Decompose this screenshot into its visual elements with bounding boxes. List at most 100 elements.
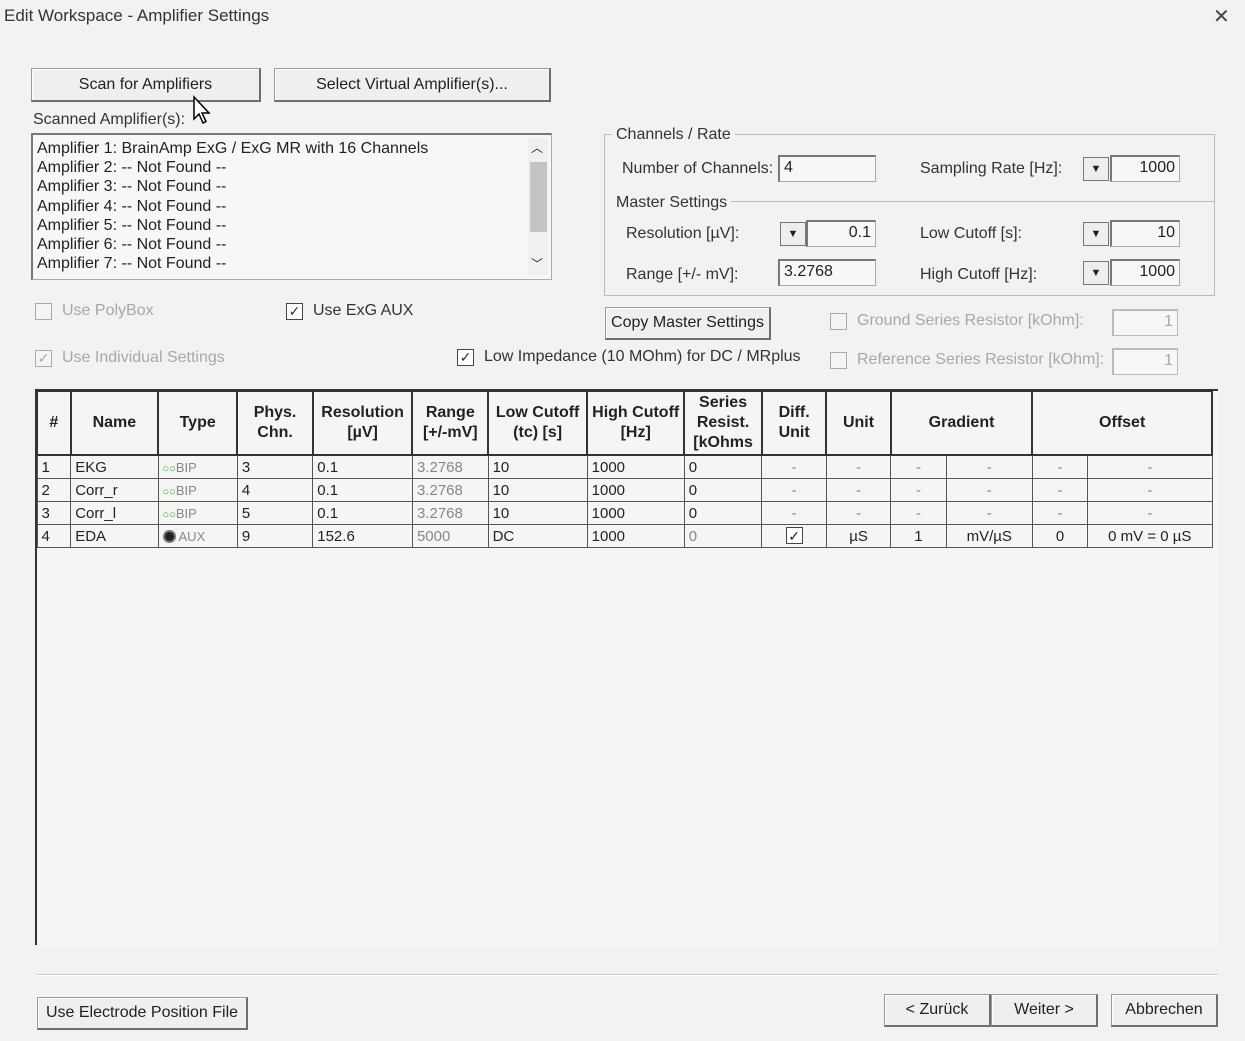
low-cutoff-dropdown-icon[interactable]: ▼: [1083, 222, 1109, 246]
resolution-dropdown-icon[interactable]: ▼: [780, 222, 806, 246]
column-header[interactable]: Diff. Unit: [760, 390, 828, 456]
high-cutoff-cell[interactable]: 1000: [586, 524, 685, 548]
list-item[interactable]: Amplifier 7: -- Not Found --: [37, 254, 551, 273]
channel-name-cell[interactable]: Corr_r: [70, 478, 159, 502]
channel-name-cell[interactable]: Corr_l: [70, 501, 159, 525]
reference-series-resistor-input[interactable]: 1: [1112, 348, 1178, 375]
checkmark-icon[interactable]: ✓: [457, 348, 474, 366]
phys-channel-cell[interactable]: 3: [236, 454, 314, 479]
resolution-cell[interactable]: 0.1: [312, 454, 413, 479]
resolution-cell[interactable]: 0.1: [312, 478, 413, 502]
high-cutoff-cell[interactable]: 1000: [586, 454, 685, 479]
channel-name-cell[interactable]: EKG: [70, 454, 159, 479]
use-exg-aux-label: Use ExG AUX: [313, 302, 414, 319]
table-row[interactable]: 2 Corr_r ○○BIP 4 0.1 3.2768 10 1000 0 - …: [36, 478, 1213, 502]
diff-unit-cell[interactable]: ✓: [761, 524, 827, 548]
cancel-button[interactable]: Abbrechen: [1111, 994, 1218, 1027]
channel-type-cell[interactable]: AUX: [157, 524, 238, 548]
column-header[interactable]: Name: [69, 390, 160, 456]
scroll-up-icon[interactable]: ︿: [531, 139, 543, 156]
scrollbar-thumb[interactable]: [530, 162, 547, 232]
use-individual-settings-checkbox[interactable]: ✓ Use Individual Settings: [35, 349, 225, 367]
list-item[interactable]: Amplifier 5: -- Not Found --: [37, 216, 551, 235]
next-button[interactable]: Weiter >: [991, 994, 1098, 1027]
low-cutoff-input[interactable]: 10: [1110, 220, 1180, 247]
select-virtual-amplifier-button[interactable]: Select Virtual Amplifier(s)...: [274, 68, 551, 102]
list-item[interactable]: Amplifier 1: BrainAmp ExG / ExG MR with …: [37, 139, 551, 158]
high-cutoff-cell[interactable]: 1000: [586, 501, 685, 525]
scroll-down-icon[interactable]: ﹀: [531, 255, 543, 272]
list-item[interactable]: Amplifier 3: -- Not Found --: [37, 177, 551, 196]
checkmark-icon[interactable]: ✓: [286, 302, 303, 320]
ground-series-resistor-checkbox[interactable]: Ground Series Resistor [kOhm]:: [830, 312, 1084, 330]
phys-channel-cell[interactable]: 4: [236, 478, 314, 502]
column-header[interactable]: Phys. Chn.: [236, 390, 314, 456]
bottom-divider: [36, 974, 1218, 976]
copy-master-settings-button[interactable]: Copy Master Settings: [605, 307, 771, 340]
gradient-value-cell[interactable]: 1: [890, 524, 947, 548]
resolution-cell[interactable]: 152.6: [312, 524, 413, 548]
checkmark-icon[interactable]: ✓: [785, 527, 803, 545]
column-header[interactable]: Offset: [1031, 390, 1213, 456]
channel-name-cell[interactable]: EDA: [70, 524, 159, 548]
series-resist-cell[interactable]: 0: [683, 501, 763, 525]
high-cutoff-dropdown-icon[interactable]: ▼: [1083, 261, 1109, 285]
scan-for-amplifiers-button[interactable]: Scan for Amplifiers: [31, 68, 261, 102]
resolution-input[interactable]: 0.1: [806, 220, 876, 247]
low-cutoff-cell[interactable]: 10: [487, 478, 588, 502]
checkmark-icon[interactable]: ✓: [35, 349, 52, 367]
channel-type-cell[interactable]: ○○BIP: [157, 454, 238, 479]
low-cutoff-cell[interactable]: 10: [487, 454, 588, 479]
use-polybox-checkbox[interactable]: Use PolyBox: [35, 302, 154, 320]
checkbox-box[interactable]: [830, 351, 847, 369]
table-row[interactable]: 4 EDA AUX 9 152.6 5000 DC 1000 0 ✓ µS 1 …: [36, 524, 1213, 548]
number-of-channels-input[interactable]: 4: [778, 155, 876, 182]
list-scrollbar[interactable]: ︿ ﹀: [528, 137, 548, 275]
row-number: 2: [36, 478, 72, 502]
column-header[interactable]: Series Resist. [kOhms: [683, 390, 763, 456]
checkbox-box[interactable]: [35, 302, 52, 320]
low-cutoff-cell[interactable]: 10: [487, 501, 588, 525]
use-electrode-position-file-button[interactable]: Use Electrode Position File: [37, 997, 248, 1030]
back-button[interactable]: < Zurück: [884, 994, 991, 1027]
gradient-unit-cell[interactable]: mV/µS: [945, 524, 1033, 548]
high-cutoff-input[interactable]: 1000: [1110, 259, 1180, 286]
list-item[interactable]: Amplifier 4: -- Not Found --: [37, 197, 551, 216]
phys-channel-cell[interactable]: 9: [236, 524, 314, 548]
column-header[interactable]: Resolution [µV]: [311, 390, 414, 456]
offset-desc-cell[interactable]: 0 mV = 0 µS: [1087, 524, 1213, 548]
column-header[interactable]: Type: [157, 390, 239, 456]
column-header[interactable]: High Cutoff [Hz]: [586, 390, 686, 456]
list-item[interactable]: Amplifier 6: -- Not Found --: [37, 235, 551, 254]
sampling-rate-dropdown-icon[interactable]: ▼: [1083, 157, 1109, 181]
series-resist-cell[interactable]: 0: [683, 478, 763, 502]
checkbox-box[interactable]: [830, 312, 847, 330]
channel-type-cell[interactable]: ○○BIP: [157, 478, 238, 502]
column-header[interactable]: Unit: [825, 390, 892, 456]
sampling-rate-input[interactable]: 1000: [1110, 155, 1180, 182]
range-input[interactable]: 3.2768: [778, 259, 876, 286]
low-cutoff-cell[interactable]: DC: [487, 524, 588, 548]
low-cutoff-label: Low Cutoff [s]:: [920, 225, 1022, 242]
channel-table[interactable]: # Name Type Phys. Chn. Resolution [µV] R…: [36, 390, 1213, 548]
use-exg-aux-checkbox[interactable]: ✓ Use ExG AUX: [286, 302, 413, 320]
offset-value-cell[interactable]: 0: [1031, 524, 1089, 548]
column-header[interactable]: Gradient: [889, 390, 1034, 456]
close-icon[interactable]: ✕: [1213, 4, 1230, 29]
ground-series-resistor-input[interactable]: 1: [1112, 309, 1178, 336]
scanned-amplifiers-list[interactable]: Amplifier 1: BrainAmp ExG / ExG MR with …: [31, 133, 552, 280]
series-resist-cell[interactable]: 0: [683, 454, 763, 479]
column-header[interactable]: Range [+/-mV]: [411, 390, 490, 456]
channel-type-cell[interactable]: ○○BIP: [157, 501, 238, 525]
table-row[interactable]: 1 EKG ○○BIP 3 0.1 3.2768 10 1000 0 - - -…: [36, 454, 1213, 479]
phys-channel-cell[interactable]: 5: [236, 501, 314, 525]
resolution-cell[interactable]: 0.1: [312, 501, 413, 525]
list-item[interactable]: Amplifier 2: -- Not Found --: [37, 158, 551, 177]
table-row[interactable]: 3 Corr_l ○○BIP 5 0.1 3.2768 10 1000 0 - …: [36, 501, 1213, 525]
low-impedance-checkbox[interactable]: ✓ Low Impedance (10 MOhm) for DC / MRplus: [457, 348, 801, 366]
column-header[interactable]: Low Cutoff (tc) [s]: [487, 390, 589, 456]
high-cutoff-cell[interactable]: 1000: [586, 478, 685, 502]
reference-series-resistor-checkbox[interactable]: Reference Series Resistor [kOhm]:: [830, 351, 1104, 369]
column-header[interactable]: #: [36, 390, 72, 456]
unit-cell[interactable]: µS: [825, 524, 892, 548]
